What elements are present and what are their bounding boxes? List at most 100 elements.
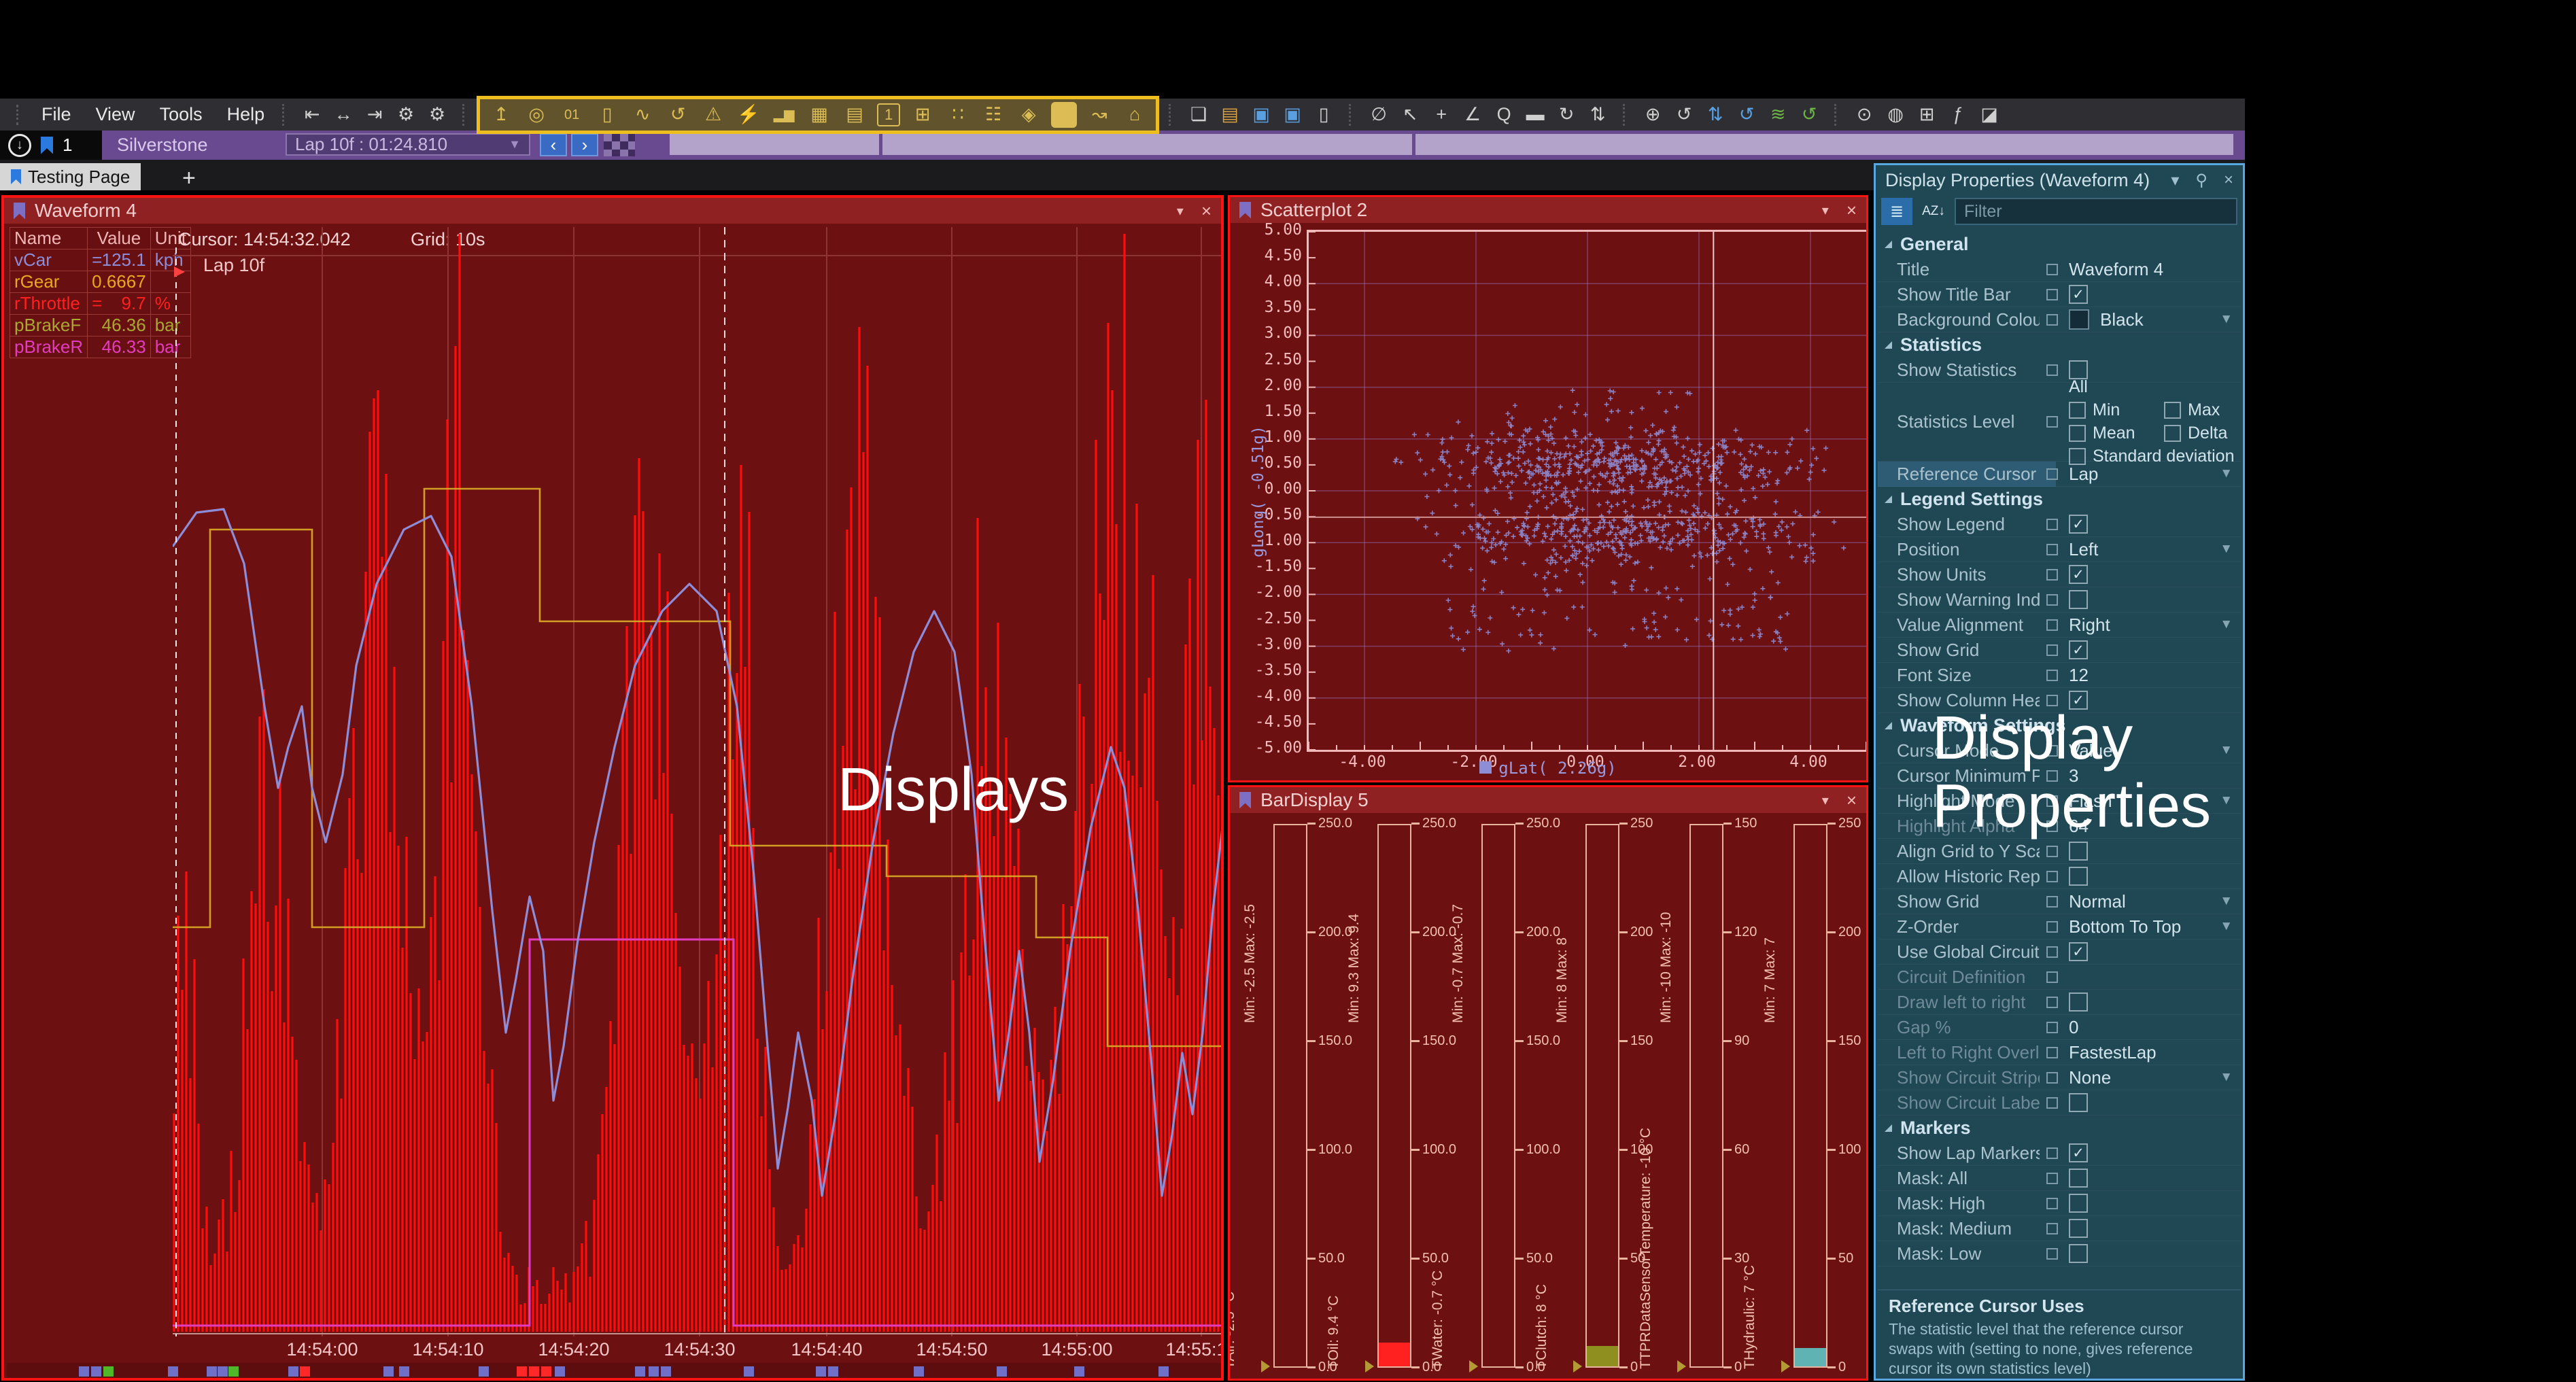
legend-row-rThrottle[interactable]: rThrottle=9.7% (10, 293, 191, 315)
lap-marker[interactable] (828, 1366, 838, 1377)
replay-icon[interactable]: ▶ (1051, 102, 1077, 128)
gps-compass-icon[interactable]: ◈ (1016, 102, 1042, 128)
swap-icon[interactable]: ⇅ (1585, 102, 1611, 128)
property-row-show-grid[interactable]: Show GridNormal▼ (1878, 889, 2241, 914)
property-row-background-colour[interactable]: Background ColourBlack▼ (1878, 307, 2241, 332)
property-row-mask-all[interactable]: Mask: All (1878, 1166, 2241, 1191)
waveform-panel-header[interactable]: Waveform 4 ▾ × (4, 198, 1221, 224)
chevron-down-icon[interactable]: ▼ (2220, 919, 2233, 934)
dropdown-value[interactable]: Lap (2069, 464, 2098, 485)
property-row-mask-high[interactable]: Mask: High (1878, 1191, 2241, 1216)
power-icon[interactable]: ⚡ (736, 102, 761, 128)
report-icon[interactable]: ▤ (842, 102, 868, 128)
property-state-box[interactable] (2046, 1022, 2058, 1033)
new-page-icon[interactable]: ❏ (1186, 102, 1212, 128)
toolbar-grip[interactable] (16, 105, 22, 125)
checkbox[interactable]: ✓ (2069, 1143, 2088, 1162)
device-display-icon[interactable]: ▯ (594, 102, 620, 128)
location-pin-icon[interactable]: ◎ (523, 102, 549, 128)
property-state-box[interactable] (2046, 946, 2058, 958)
categorize-button[interactable]: ≣ (1881, 198, 1912, 225)
previous-lap-button[interactable]: ‹ (540, 133, 567, 156)
property-state-box[interactable] (2046, 846, 2058, 857)
smoothing-icon[interactable]: ≋ (1765, 102, 1791, 128)
property-state-box[interactable] (2046, 264, 2058, 275)
lap-marker[interactable] (635, 1366, 645, 1377)
checkbox[interactable] (2069, 1169, 2088, 1188)
value-text[interactable]: Waveform 4 (2069, 259, 2163, 280)
checkbox[interactable] (2069, 1194, 2088, 1213)
chevron-down-icon[interactable]: ▼ (2220, 617, 2233, 632)
property-row-align-grid-to-y-scales[interactable]: Align Grid to Y Scales (1878, 839, 2241, 864)
checkbox[interactable] (2069, 867, 2088, 886)
undo-smoothing-icon[interactable]: ↺ (1796, 102, 1822, 128)
checkbox[interactable] (2069, 1093, 2088, 1112)
stats-option-delta[interactable]: Delta (2164, 424, 2241, 443)
function-icon[interactable]: ƒ (1945, 102, 1971, 128)
stats-dropdown-value[interactable]: All (2069, 377, 2088, 397)
scatterplot-panel-header[interactable]: Scatterplot 2 ▾ × (1230, 197, 1866, 223)
download-icon[interactable]: ↓ (8, 134, 31, 157)
property-state-box[interactable] (2046, 1097, 2058, 1109)
line-chart-icon[interactable]: ↝ (1086, 102, 1112, 128)
property-state-box[interactable] (2046, 416, 2058, 428)
lap-selector[interactable]: Lap 10f : 01:24.810 ▼ (286, 133, 530, 156)
crosshair-icon[interactable]: + (1428, 102, 1454, 128)
waveform-home-icon[interactable]: ⌂ (1122, 102, 1148, 128)
open-file-icon[interactable]: ▤ (1217, 102, 1243, 128)
property-row-position[interactable]: PositionLeft▼ (1878, 537, 2241, 562)
lap-marker[interactable] (997, 1366, 1007, 1377)
lap-marker[interactable] (383, 1366, 394, 1377)
signal-bars-icon[interactable]: ▂▆ (771, 102, 797, 128)
legend-row-rGear[interactable]: rGear0.6667 (10, 271, 191, 293)
close-icon[interactable]: × (2224, 171, 2233, 190)
lap-marker[interactable] (228, 1366, 239, 1377)
lap-marker[interactable] (1158, 1366, 1169, 1377)
property-state-box[interactable] (2046, 364, 2058, 376)
property-state-box[interactable] (2046, 1248, 2058, 1260)
property-state-box[interactable] (2046, 468, 2058, 480)
histogram-icon[interactable]: ⊞ (910, 102, 935, 128)
sort-alpha-button[interactable]: AZ↓ (1918, 198, 1949, 225)
chevron-down-icon[interactable]: ▼ (2220, 793, 2233, 808)
bar-track[interactable] (1793, 824, 1827, 1368)
checkbox[interactable] (2069, 1244, 2088, 1263)
lap-marker[interactable] (399, 1366, 409, 1377)
legend-row-vCar[interactable]: vCar=125.1kph (10, 249, 191, 271)
property-row-show-warning-indic-[interactable]: Show Warning Indic... (1878, 587, 2241, 612)
alarm-clock-icon[interactable]: ⊙ (1851, 102, 1877, 128)
section-header-legend-settings[interactable]: Legend Settings (1878, 487, 2241, 512)
properties-header[interactable]: Display Properties (Waveform 4) ▾ ⚲ × (1876, 165, 2243, 195)
property-state-box[interactable] (2046, 921, 2058, 933)
filter-input[interactable] (1955, 198, 2237, 225)
warning-display-icon[interactable]: ⚠ (700, 102, 726, 128)
lap-marker[interactable] (288, 1366, 298, 1377)
refresh-icon[interactable]: ↻ (1553, 102, 1579, 128)
property-state-box[interactable] (2046, 1072, 2058, 1084)
checkbox[interactable]: ✓ (2069, 515, 2088, 534)
property-row-use-global-circuit-d-[interactable]: Use Global Circuit D...✓ (1878, 939, 2241, 965)
swap-axes-icon[interactable]: ⇅ (1702, 102, 1728, 128)
close-icon[interactable]: × (1201, 201, 1212, 222)
checkered-flag-icon[interactable] (604, 133, 635, 156)
dropdown-value[interactable]: Left (2069, 539, 2098, 560)
lap-marker[interactable] (529, 1366, 539, 1377)
checkbox[interactable] (2069, 590, 2088, 609)
lap-marker[interactable] (914, 1366, 924, 1377)
property-state-box[interactable] (2046, 1198, 2058, 1209)
lap-marker[interactable] (517, 1366, 527, 1377)
property-row-mask-medium[interactable]: Mask: Medium (1878, 1216, 2241, 1241)
dropdown-value[interactable]: Bottom To Top (2069, 916, 2181, 937)
close-icon[interactable]: × (1847, 200, 1857, 221)
heatmap-icon[interactable]: ▦ (806, 102, 832, 128)
checkbox[interactable] (2164, 425, 2181, 442)
next-lap-button[interactable]: › (571, 133, 598, 156)
property-state-box[interactable] (2046, 594, 2058, 606)
dropdown-value[interactable]: None (2069, 1067, 2111, 1088)
panel-menu-icon[interactable]: ▾ (1177, 203, 1184, 220)
save-all-icon[interactable]: ▣ (1280, 102, 1305, 128)
property-state-box[interactable] (2046, 1173, 2058, 1184)
settings-prev-icon[interactable]: ⚙ (393, 102, 419, 128)
chevron-down-icon[interactable]: ▼ (2220, 312, 2233, 327)
lap-marker[interactable] (1074, 1366, 1084, 1377)
